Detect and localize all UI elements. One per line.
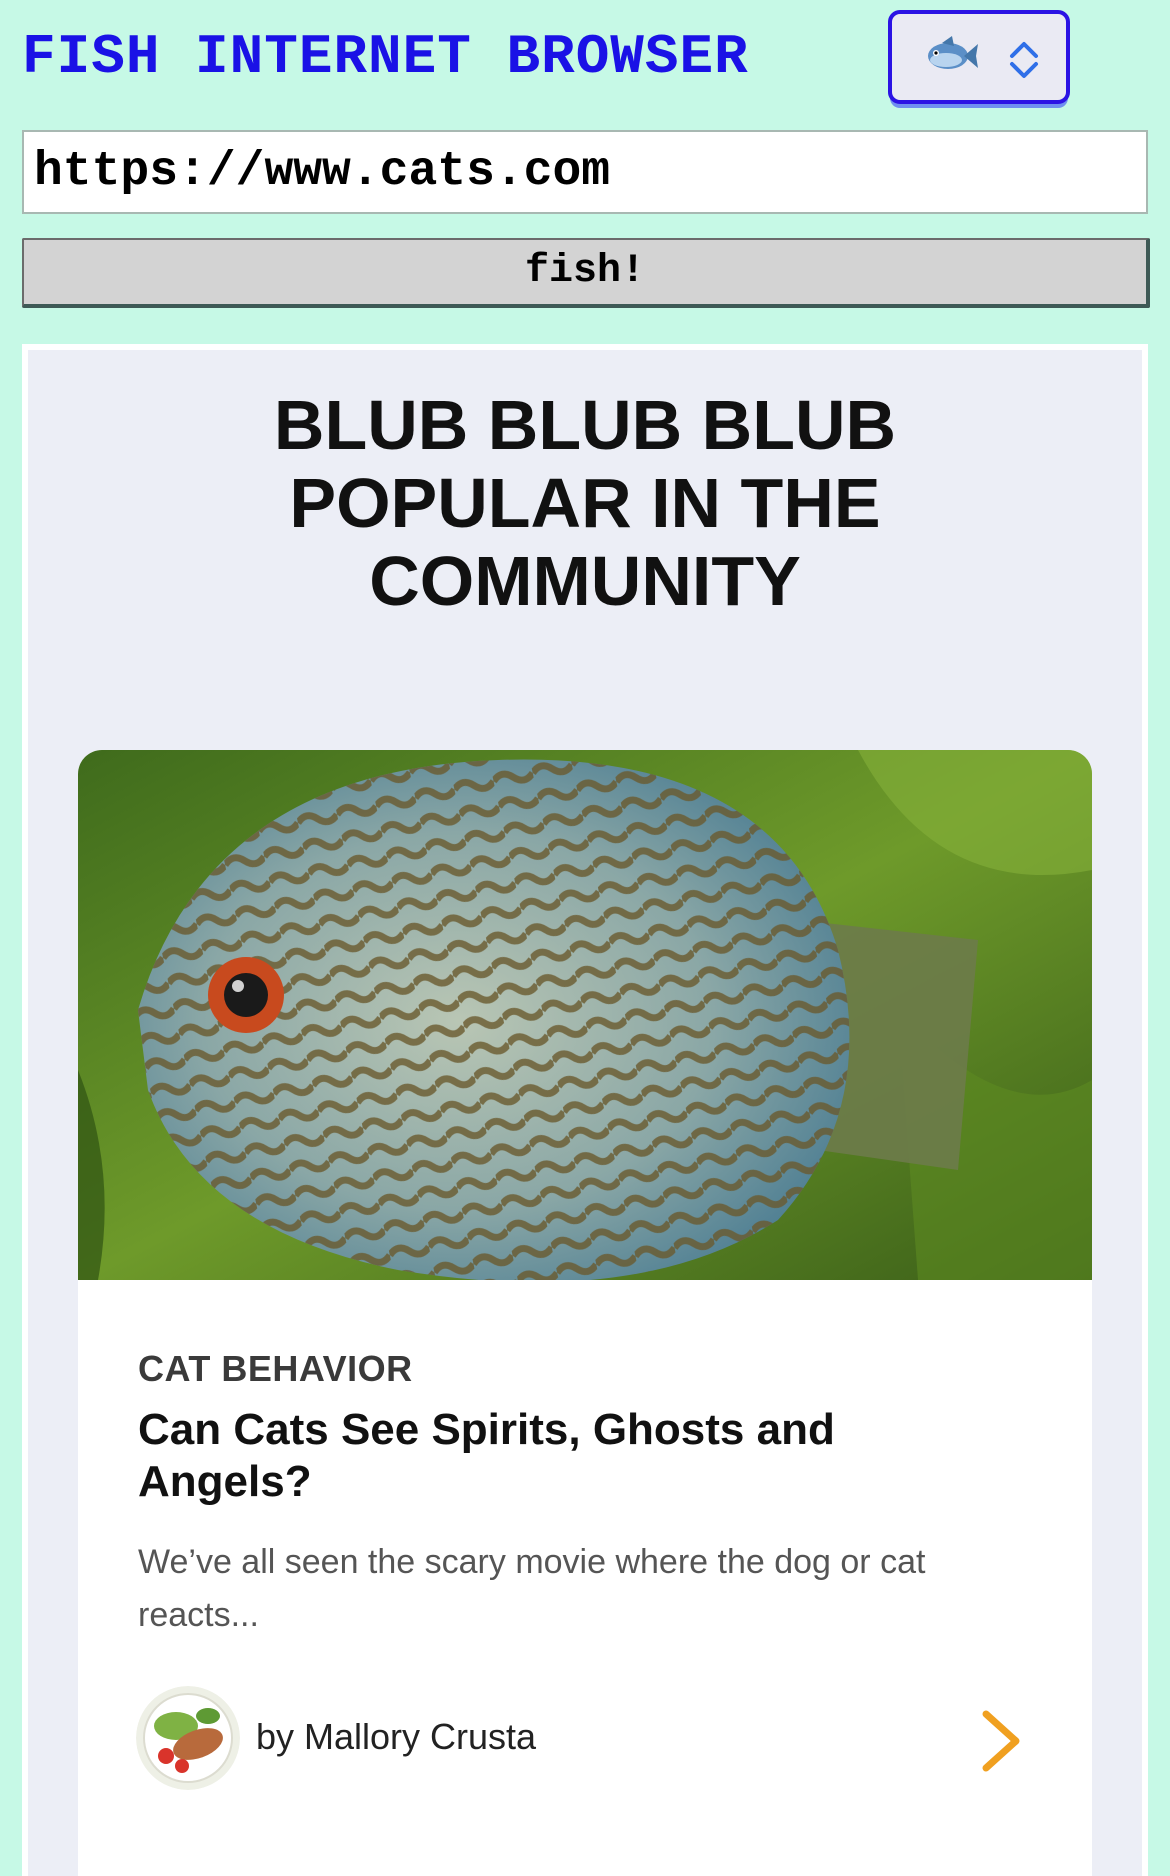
app-title: FISH INTERNET BROWSER <box>22 25 749 89</box>
up-down-chevron-icon <box>1010 42 1038 78</box>
chevron-right-icon[interactable] <box>970 1706 1030 1776</box>
author-avatar <box>136 1686 240 1790</box>
article-title[interactable]: Can Cats See Spirits, Ghosts and Angels? <box>138 1404 1018 1508</box>
go-button[interactable]: fish! <box>22 238 1150 308</box>
article-category: CAT BEHAVIOR <box>138 1348 413 1389</box>
web-page-viewport[interactable]: BLUB BLUB BLUB POPULAR IN THE COMMUNITY <box>22 344 1148 1876</box>
address-bar-input[interactable] <box>22 130 1148 214</box>
discus-fish-image <box>78 750 1092 1280</box>
article-card[interactable]: CAT BEHAVIOR Can Cats See Spirits, Ghost… <box>78 750 1092 1876</box>
browser-picker[interactable] <box>888 10 1070 104</box>
author-name: by Mallory Crusta <box>256 1716 537 1757</box>
fish-icon <box>928 36 978 69</box>
section-heading: BLUB BLUB BLUB POPULAR IN THE COMMUNITY <box>273 386 897 620</box>
article-excerpt: We’ve all seen the scary movie where the… <box>138 1543 926 1634</box>
